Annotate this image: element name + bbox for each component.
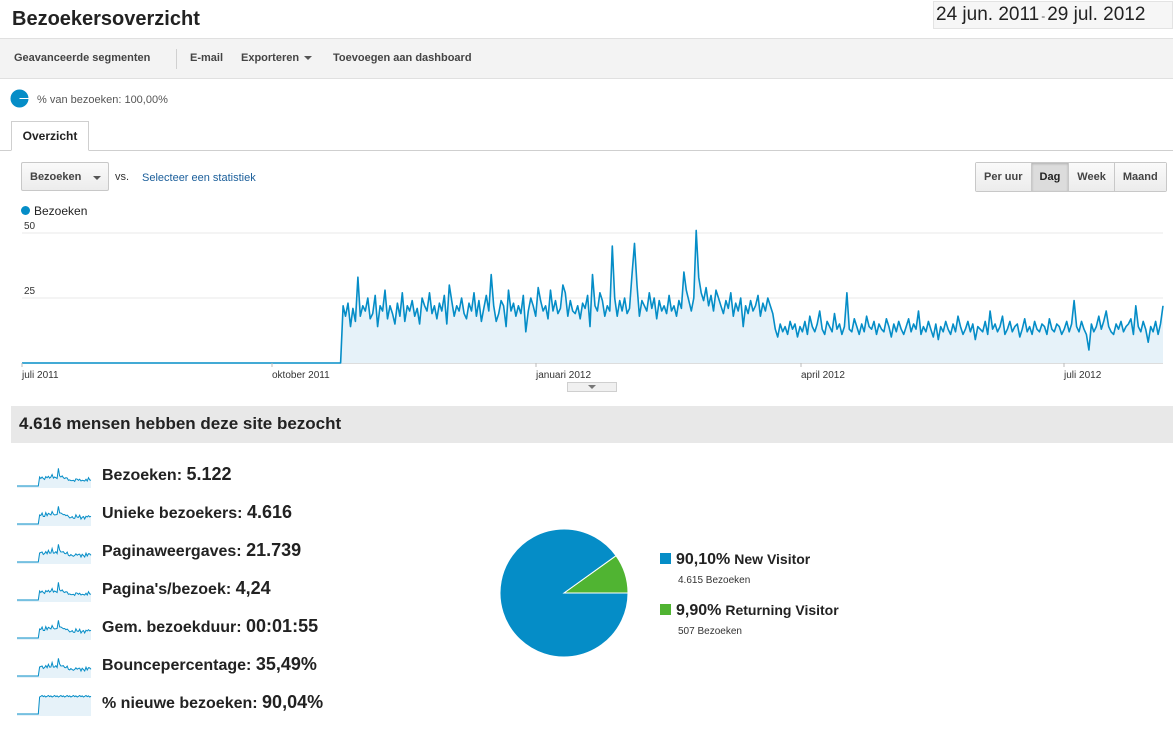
export-label: Exporteren [241,52,300,64]
granularity-button-week[interactable]: Week [1068,163,1114,191]
metric-label: Pagina's/bezoek: [102,581,232,598]
segment-pie-icon [10,89,29,108]
pie-legend-name: New Visitor [734,551,811,567]
granularity-toggle: Per uur Dag Week Maand [975,162,1167,192]
visitor-type-pie-chart[interactable] [499,528,629,658]
metric-row[interactable]: % nieuwe bezoeken: 90,04% [102,692,323,713]
tab-overview[interactable]: Overzicht [11,121,89,151]
granularity-button-maand[interactable]: Maand [1113,163,1166,191]
toolbar-divider [176,49,177,69]
pie-legend-count: 4.615 Bezoeken [678,575,751,586]
metric-value: 35,49% [255,654,317,674]
legend-swatch-icon [660,553,671,564]
summary-headline: 4.616 mensen hebben deze site bezocht [11,406,1173,443]
metric-row[interactable]: Paginaweergaves: 21.739 [102,540,301,561]
legend-swatch-icon [660,604,671,615]
x-tick-label: oktober 2011 [272,370,330,380]
sparkline-5 [17,620,92,640]
y-tick-label: 50 [24,221,36,232]
metric-label: Bezoeken: [102,467,183,484]
chart-legend: Bezoeken [21,204,87,218]
x-tick-label: juli 2012 [1063,370,1102,380]
metric-row[interactable]: Pagina's/bezoek: 4,24 [102,578,271,599]
metric-row[interactable]: Bouncepercentage: 35,49% [102,654,317,675]
pie-legend-name: Returning Visitor [725,602,839,618]
metric-label: Bouncepercentage: [102,657,252,674]
metric-label: Unieke bezoekers: [102,505,243,522]
add-to-dashboard-button[interactable]: Toevoegen aan dashboard [333,52,472,64]
sparkline-3 [17,544,92,564]
sparkline-7 [17,694,92,716]
sparkline-6 [17,658,92,678]
y-tick-label: 25 [24,286,36,297]
chevron-down-icon [93,176,101,180]
pie-legend-percent: 9,90% [676,602,722,619]
tab-divider [0,150,1173,151]
metric-value: 21.739 [246,540,302,560]
chevron-down-icon [304,56,313,61]
metric-label: Paginaweergaves: [102,543,242,560]
x-tick-label: januari 2012 [535,370,591,380]
date-separator: - [1041,9,1046,23]
pie-slice-new-visitor[interactable] [499,528,629,658]
metric-dropdown[interactable]: Bezoeken [21,162,109,191]
metric-label: Gem. bezoekduur: [102,619,242,636]
metric-value: 4,24 [235,578,271,598]
email-button[interactable]: E-mail [190,52,223,64]
sparkline-2 [17,506,92,526]
granularity-button-dag[interactable]: Dag [1030,163,1069,191]
sparkline-4 [17,582,92,602]
select-statistic-link[interactable]: Selecteer een statistiek [142,172,256,184]
series-area-bezoeken [22,230,1163,363]
advanced-segments-button[interactable]: Geavanceerde segmenten [14,52,150,64]
date-start: 24 jun. 2011 [936,4,1040,25]
metric-label: % nieuwe bezoeken: [102,695,258,712]
metric-value: 5.122 [186,464,232,484]
pie-legend-percent: 90,10% [676,551,731,568]
page-title: Bezoekersoverzicht [12,8,200,30]
sparkline-1 [17,468,92,488]
metric-row[interactable]: Unieke bezoekers: 4.616 [102,502,292,523]
pie-legend-item-new-visitor[interactable]: 90,10% New Visitor 4.615 Bezoeken [660,551,810,586]
visits-line-chart[interactable]: 25 50 juli 2011 oktober 2011 januari 2012 apr… [0,220,1173,380]
legend-dot-icon [21,206,30,215]
chart-resize-handle[interactable] [567,382,617,392]
metric-row[interactable]: Bezoeken: 5.122 [102,464,232,485]
pie-legend-item-returning-visitor[interactable]: 9,90% Returning Visitor 507 Bezoeken [660,602,839,637]
metric-value: 4.616 [246,502,293,522]
legend-series-label: Bezoeken [34,204,88,218]
export-button[interactable]: Exporteren [241,52,313,64]
metric-value: 90,04% [262,692,324,712]
x-tick-label: juli 2011 [21,370,59,380]
metric-row[interactable]: Gem. bezoekduur: 00:01:55 [102,616,318,637]
date-range-picker[interactable]: 24 jun. 2011-29 jul. 2012 [933,1,1173,29]
toolbar: Geavanceerde segmenten E-mail Exporteren… [0,38,1173,79]
metric-value: 00:01:55 [246,616,319,636]
x-tick-label: april 2012 [801,370,845,380]
date-end: 29 jul. 2012 [1047,4,1146,25]
vs-label: vs. [115,171,130,183]
chevron-down-icon [588,385,596,389]
granularity-button-per-uur[interactable]: Per uur [976,163,1031,191]
segment-label: % van bezoeken: 100,00% [37,94,168,106]
metric-dropdown-label: Bezoeken [30,171,82,183]
pie-legend-count: 507 Bezoeken [678,626,742,637]
sparkline-area [17,695,91,716]
